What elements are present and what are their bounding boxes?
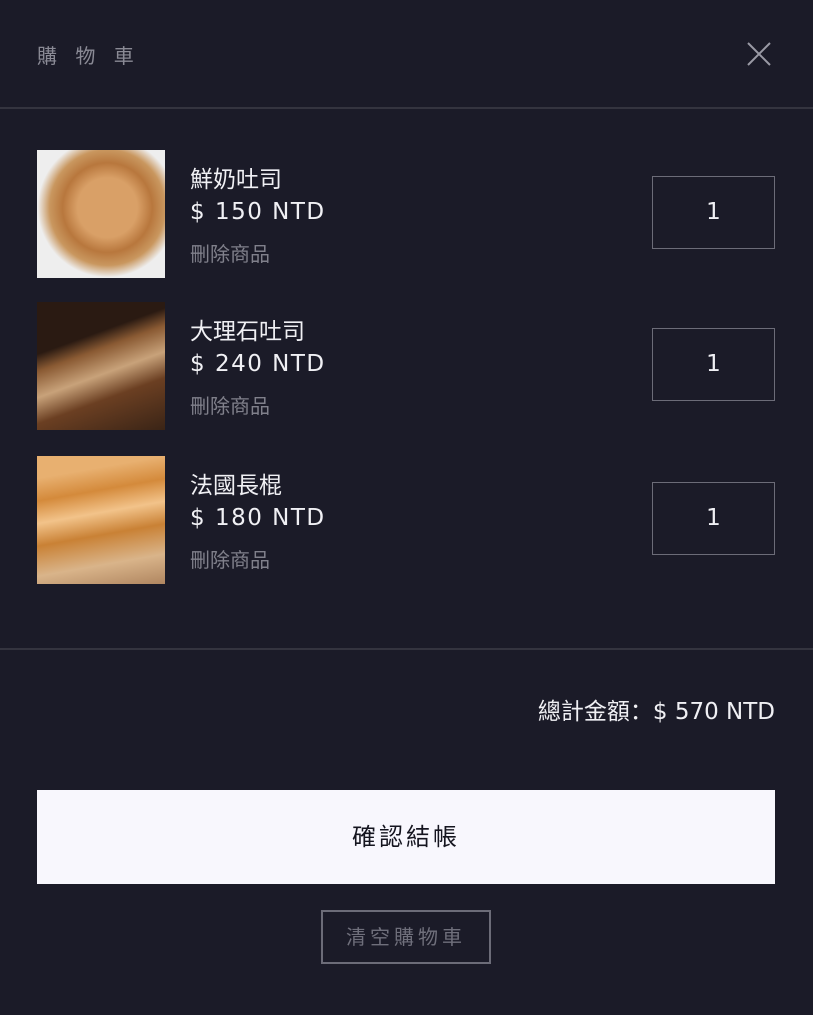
- clear-cart-button[interactable]: 清空購物車: [321, 910, 491, 964]
- product-name: 鮮奶吐司: [190, 167, 282, 193]
- product-price: $ 240 NTD: [190, 351, 326, 377]
- close-button[interactable]: [745, 40, 773, 68]
- cart-item: 鮮奶吐司 $ 150 NTD 刪除商品 1: [37, 150, 775, 278]
- divider: [0, 648, 813, 650]
- remove-item-link[interactable]: 刪除商品: [190, 544, 270, 573]
- product-image: [37, 150, 165, 278]
- product-image: [37, 456, 165, 584]
- total-amount: 總計金額：$ 570 NTD: [537, 699, 775, 725]
- close-icon: [747, 42, 771, 66]
- product-image: [37, 302, 165, 430]
- quantity-input[interactable]: 1: [652, 176, 775, 249]
- checkout-button[interactable]: 確認結帳: [37, 790, 775, 884]
- remove-item-link[interactable]: 刪除商品: [190, 390, 270, 419]
- product-price: $ 150 NTD: [190, 199, 326, 225]
- remove-item-link[interactable]: 刪除商品: [190, 238, 270, 267]
- cart-header: 購 物 車: [0, 0, 813, 109]
- cart-item: 大理石吐司 $ 240 NTD 刪除商品 1: [37, 302, 775, 430]
- product-name: 大理石吐司: [190, 319, 305, 345]
- quantity-input[interactable]: 1: [652, 328, 775, 401]
- cart-item: 法國長棍 $ 180 NTD 刪除商品 1: [37, 456, 775, 584]
- cart-title: 購 物 車: [37, 44, 140, 68]
- product-name: 法國長棍: [190, 473, 282, 499]
- quantity-input[interactable]: 1: [652, 482, 775, 555]
- product-price: $ 180 NTD: [190, 505, 326, 531]
